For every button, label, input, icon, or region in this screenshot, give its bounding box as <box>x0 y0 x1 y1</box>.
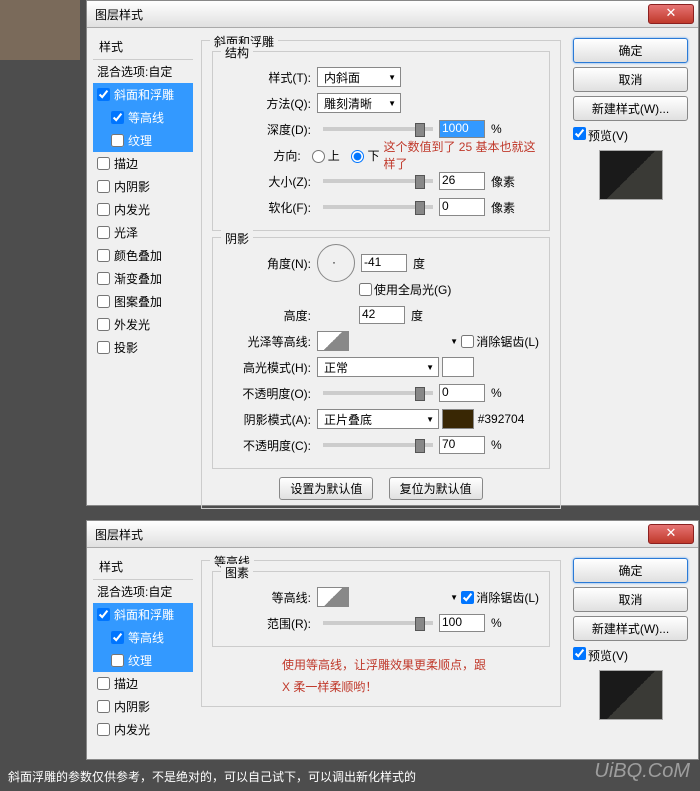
angle-input[interactable]: -41 <box>361 254 407 272</box>
sidebar-item-stroke[interactable]: 描边 <box>93 152 193 175</box>
soften-input[interactable]: 0 <box>439 198 485 216</box>
contour-note: 使用等高线，让浮雕效果更柔顺点，跟 X 柔一样柔顺哟！ <box>282 655 550 698</box>
new-style-button[interactable]: 新建样式(W)... <box>573 616 688 641</box>
sidebar-item-satin[interactable]: 光泽 <box>93 221 193 244</box>
shadow-title: 阴影 <box>221 230 253 247</box>
right-panel: 确定 取消 新建样式(W)... 预览(V) <box>569 34 692 515</box>
dir-down-radio[interactable] <box>351 150 364 163</box>
depth-slider[interactable] <box>323 127 433 131</box>
sidebar-item-innerglow[interactable]: 内发光 <box>93 198 193 221</box>
dialog-title: 图层样式 <box>91 526 648 543</box>
dialog-title: 图层样式 <box>91 6 648 23</box>
make-default-button[interactable]: 设置为默认值 <box>279 477 373 500</box>
contour-checkbox[interactable] <box>111 111 124 124</box>
sidebar-item-contour[interactable]: 等高线 <box>93 106 193 129</box>
sidebar-item-bevel[interactable]: 斜面和浮雕 <box>93 83 193 106</box>
close-button[interactable]: ✕ <box>648 4 694 24</box>
range-slider[interactable] <box>323 621 433 625</box>
hilite-opacity-slider[interactable] <box>323 391 433 395</box>
sidebar-header: 样式 <box>93 554 193 580</box>
cancel-button[interactable]: 取消 <box>573 67 688 92</box>
size-slider[interactable] <box>323 179 433 183</box>
sidebar-item-innershadow[interactable]: 内阴影 <box>93 695 193 718</box>
blend-options[interactable]: 混合选项:自定 <box>93 60 193 83</box>
settings-panel: 斜面和浮雕 结构 样式(T):内斜面▼ 方法(Q):雕刻清晰▼ 深度(D):10… <box>193 34 569 515</box>
contour-picker[interactable] <box>317 587 349 607</box>
altitude-input[interactable]: 42 <box>359 306 405 324</box>
shadow-mode-select[interactable]: 正片叠底▼ <box>317 409 439 429</box>
sidebar-item-gradientoverlay[interactable]: 渐变叠加 <box>93 267 193 290</box>
antialias-checkbox[interactable] <box>461 335 474 348</box>
style-select[interactable]: 内斜面▼ <box>317 67 401 87</box>
sidebar-item-bevel[interactable]: 斜面和浮雕 <box>93 603 193 626</box>
chevron-down-icon: ▼ <box>426 363 434 372</box>
gloss-contour-picker[interactable] <box>317 331 349 351</box>
settings-panel: 等高线 图素 等高线: ▼ 消除锯齿(L) 范围(R):100% 使用等高线，让… <box>193 554 569 741</box>
cancel-button[interactable]: 取消 <box>573 587 688 612</box>
ok-button[interactable]: 确定 <box>573 558 688 583</box>
preview-swatch <box>599 150 663 200</box>
hilite-mode-select[interactable]: 正常▼ <box>317 357 439 377</box>
right-panel: 确定 取消 新建样式(W)... 预览(V) <box>569 554 692 741</box>
layer-style-dialog-1: 图层样式 ✕ 样式 混合选项:自定 斜面和浮雕 等高线 纹理 描边 内阴影 内发… <box>86 0 699 506</box>
preview-checkbox[interactable] <box>573 127 586 140</box>
range-input[interactable]: 100 <box>439 614 485 632</box>
sidebar-header: 样式 <box>93 34 193 60</box>
sidebar-item-patternoverlay[interactable]: 图案叠加 <box>93 290 193 313</box>
sidebar-item-outerglow[interactable]: 外发光 <box>93 313 193 336</box>
close-button[interactable]: ✕ <box>648 524 694 544</box>
shadow-color-note: #392704 <box>478 412 525 426</box>
preview-checkbox[interactable] <box>573 647 586 660</box>
sidebar-item-contour[interactable]: 等高线 <box>93 626 193 649</box>
angle-widget[interactable] <box>317 244 355 282</box>
preview-swatch <box>599 670 663 720</box>
chevron-down-icon: ▼ <box>388 73 396 82</box>
chevron-down-icon[interactable]: ▼ <box>450 337 458 346</box>
antialias-checkbox[interactable] <box>461 591 474 604</box>
titlebar: 图层样式 ✕ <box>87 1 698 28</box>
size-input[interactable]: 26 <box>439 172 485 190</box>
sidebar-item-coloroverlay[interactable]: 颜色叠加 <box>93 244 193 267</box>
reset-default-button[interactable]: 复位为默认值 <box>389 477 483 500</box>
shadow-opacity-input[interactable]: 70 <box>439 436 485 454</box>
shadow-opacity-slider[interactable] <box>323 443 433 447</box>
background-thumbnail <box>0 0 80 60</box>
watermark: UiBQ.CoM <box>594 760 690 783</box>
elem-title: 图素 <box>221 564 253 581</box>
texture-checkbox[interactable] <box>111 134 124 147</box>
hilite-color-swatch[interactable] <box>442 357 474 377</box>
layer-style-dialog-2: 图层样式 ✕ 样式 混合选项:自定 斜面和浮雕 等高线 纹理 描边 内阴影 内发… <box>86 520 699 760</box>
chevron-down-icon: ▼ <box>426 415 434 424</box>
shadow-color-swatch[interactable] <box>442 409 474 429</box>
dir-up-radio[interactable] <box>312 150 325 163</box>
sidebar-item-texture[interactable]: 纹理 <box>93 649 193 672</box>
sidebar-item-innerglow[interactable]: 内发光 <box>93 718 193 741</box>
chevron-down-icon: ▼ <box>388 99 396 108</box>
global-light-checkbox[interactable] <box>359 283 372 296</box>
titlebar: 图层样式 ✕ <box>87 521 698 548</box>
direction-note: 这个数值到了 25 基本也就这样了 <box>383 138 539 172</box>
bevel-checkbox[interactable] <box>97 88 110 101</box>
ok-button[interactable]: 确定 <box>573 38 688 63</box>
method-select[interactable]: 雕刻清晰▼ <box>317 93 401 113</box>
sidebar-item-stroke[interactable]: 描边 <box>93 672 193 695</box>
structure-title: 结构 <box>221 44 253 61</box>
sidebar-item-dropshadow[interactable]: 投影 <box>93 336 193 359</box>
hilite-opacity-input[interactable]: 0 <box>439 384 485 402</box>
new-style-button[interactable]: 新建样式(W)... <box>573 96 688 121</box>
styles-sidebar: 样式 混合选项:自定 斜面和浮雕 等高线 纹理 描边 内阴影 内发光 光泽 颜色… <box>93 34 193 515</box>
soften-slider[interactable] <box>323 205 433 209</box>
styles-sidebar: 样式 混合选项:自定 斜面和浮雕 等高线 纹理 描边 内阴影 内发光 <box>93 554 193 741</box>
chevron-down-icon[interactable]: ▼ <box>450 593 458 602</box>
sidebar-item-innershadow[interactable]: 内阴影 <box>93 175 193 198</box>
sidebar-item-texture[interactable]: 纹理 <box>93 129 193 152</box>
depth-input[interactable]: 1000 <box>439 120 485 138</box>
blend-options[interactable]: 混合选项:自定 <box>93 580 193 603</box>
